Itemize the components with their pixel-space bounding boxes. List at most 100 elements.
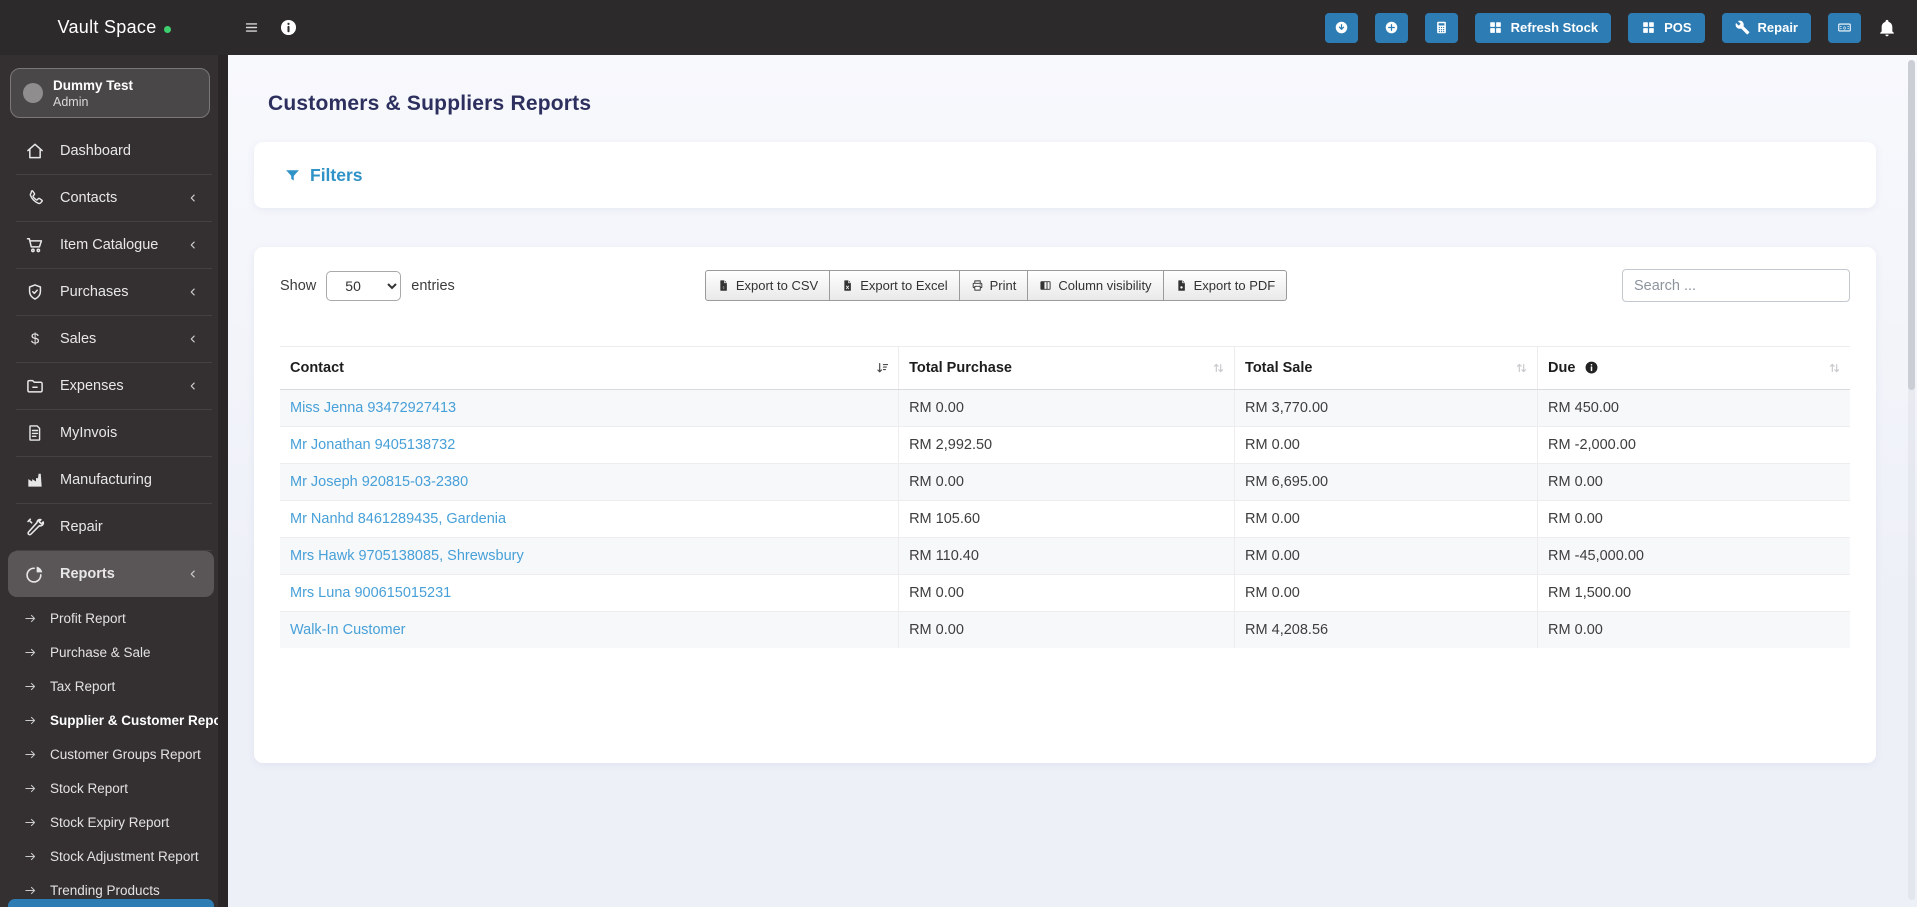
- sidebar-subitem-customer-groups-report[interactable]: Customer Groups Report: [0, 737, 218, 771]
- sort-icon: [1514, 361, 1529, 376]
- total-sale-cell: RM 0.00: [1234, 574, 1539, 612]
- total-sale-cell: RM 4,208.56: [1234, 611, 1539, 648]
- total-sale-cell: RM 0.00: [1234, 500, 1539, 538]
- contact-link[interactable]: Mr Jonathan 9405138732: [290, 437, 455, 453]
- info-button[interactable]: [279, 18, 298, 37]
- sidebar-subitem-label: Stock Adjustment Report: [50, 848, 199, 864]
- brand-area: Vault Space: [0, 17, 228, 38]
- circle-down-button[interactable]: [1324, 12, 1358, 43]
- sidebar-item-purchases[interactable]: Purchases: [8, 269, 214, 315]
- sidebar-item-myinvois[interactable]: MyInvois: [8, 410, 214, 456]
- column-header-contact[interactable]: Contact: [280, 346, 900, 390]
- refresh-stock-button[interactable]: Refresh Stock: [1474, 12, 1612, 43]
- scrollbar-thumb[interactable]: [1908, 60, 1915, 390]
- table-row: Mr Jonathan 9405138732 RM 2,992.50 RM 0.00…: [280, 426, 1850, 464]
- cart-icon: [25, 235, 45, 255]
- table-header-row: Contact Total Purchase Total Sale Due: [280, 346, 1850, 390]
- sidebar-subitem-stock-expiry-report[interactable]: Stock Expiry Report: [0, 805, 218, 839]
- sidebar-item-item-catalogue[interactable]: Item Catalogue: [8, 222, 214, 268]
- column-header-due[interactable]: Due: [1537, 346, 1850, 390]
- sidebar-subitem-label: Supplier & Customer Repo: [50, 712, 218, 728]
- home-icon: [25, 141, 45, 161]
- repair-button[interactable]: Repair: [1721, 12, 1811, 43]
- contact-link[interactable]: Walk-In Customer: [290, 622, 405, 638]
- banknote-button[interactable]: [1828, 12, 1861, 43]
- filters-panel[interactable]: Filters: [254, 142, 1876, 208]
- button-label: Export to PDF: [1193, 278, 1276, 293]
- sidebar-subitem-stock-report[interactable]: Stock Report: [0, 771, 218, 805]
- sidebar-subitem-profit-report[interactable]: Profit Report: [0, 601, 218, 635]
- page-length-control: Show 50 entries: [280, 270, 455, 301]
- sidebar: Dummy Test Admin Dashboard Contacts Item C…: [0, 55, 228, 907]
- user-meta: Dummy Test Admin: [53, 77, 133, 109]
- sidebar-subitem-supplier-customer-repo[interactable]: Supplier & Customer Repo: [0, 703, 218, 737]
- sidebar-subitem-label: Profit Report: [50, 610, 126, 626]
- main-content: Customers & Suppliers Reports Filters Sh…: [228, 55, 1917, 907]
- sidebar-subitem-label: Purchase & Sale: [50, 644, 151, 660]
- contact-cell: Walk-In Customer: [280, 611, 900, 648]
- sidebar-item-contacts[interactable]: Contacts: [8, 175, 214, 221]
- search-input[interactable]: [1622, 269, 1850, 302]
- sidebar-item-reports[interactable]: Reports: [8, 551, 214, 597]
- info-dark-icon[interactable]: [1584, 360, 1599, 375]
- sidebar-item-dashboard[interactable]: Dashboard: [8, 128, 214, 174]
- wrench-icon: [1735, 20, 1750, 35]
- pie-chart-icon: [25, 564, 45, 584]
- due-cell: RM 1,500.00: [1537, 574, 1850, 612]
- sidebar-toggle-button[interactable]: [243, 19, 260, 36]
- arrow-right-icon: [23, 849, 38, 864]
- shield-icon: [25, 282, 45, 302]
- export-to-pdf-button[interactable]: Export to PDF: [1163, 270, 1288, 301]
- column-header-total-sale[interactable]: Total Sale: [1234, 346, 1539, 390]
- reports-submenu: Profit Report Purchase & Sale Tax Report Su…: [0, 597, 228, 907]
- calculator-button[interactable]: [1424, 12, 1458, 43]
- chevron-left-icon: [186, 567, 200, 581]
- contact-link[interactable]: Mrs Hawk 9705138085, Shrewsbury: [290, 548, 524, 564]
- contact-link[interactable]: Miss Jenna 93472927413: [290, 400, 456, 416]
- sidebar-item-expenses[interactable]: Expenses: [8, 363, 214, 409]
- page-length-select[interactable]: 50: [326, 270, 402, 301]
- arrow-right-icon: [23, 781, 38, 796]
- contact-link[interactable]: Mrs Luna 900615015231: [290, 585, 451, 601]
- export-to-excel-button[interactable]: Export to Excel: [830, 270, 960, 301]
- contact-link[interactable]: Mr Nanhd 8461289435, Gardenia: [290, 511, 506, 527]
- arrow-right-icon: [23, 679, 38, 694]
- export-to-csv-button[interactable]: Export to CSV: [704, 270, 831, 301]
- user-card[interactable]: Dummy Test Admin: [10, 68, 210, 118]
- pos-button[interactable]: POS: [1628, 12, 1705, 43]
- notifications-button[interactable]: [1877, 18, 1897, 38]
- sidebar-item-label: Sales: [60, 331, 97, 347]
- sidebar-subitem-purchase-sale[interactable]: Purchase & Sale: [0, 635, 218, 669]
- column-label: Total Sale: [1245, 360, 1313, 376]
- sidebar-item-sales[interactable]: Sales: [8, 316, 214, 362]
- total-purchase-cell: RM 2,992.50: [898, 426, 1236, 464]
- table-card: Show 50 entries Export to CSV Export to E…: [254, 247, 1876, 763]
- app-shell: Dummy Test Admin Dashboard Contacts Item C…: [0, 55, 1917, 907]
- topbar: Vault Space Refresh Stock POS Repair: [0, 0, 1917, 55]
- sidebar-partial-item[interactable]: [8, 899, 214, 907]
- button-label: Export to CSV: [735, 278, 819, 293]
- due-cell: RM 0.00: [1537, 463, 1850, 501]
- column-visibility-button[interactable]: Column visibility: [1028, 270, 1164, 301]
- contact-cell: Mr Nanhd 8461289435, Gardenia: [280, 500, 900, 538]
- sidebar-item-label: Manufacturing: [60, 472, 152, 488]
- sidebar-nav: Dashboard Contacts Item Catalogue Purchases…: [0, 120, 228, 907]
- print-button[interactable]: Print: [959, 270, 1029, 301]
- contact-link[interactable]: Mr Joseph 920815-03-2380: [290, 474, 468, 490]
- circle-plus-button[interactable]: [1374, 12, 1408, 43]
- contact-cell: Mr Jonathan 9405138732: [280, 426, 900, 464]
- column-header-total-purchase[interactable]: Total Purchase: [898, 346, 1236, 390]
- sidebar-subitem-stock-adjustment-report[interactable]: Stock Adjustment Report: [0, 839, 218, 873]
- table-row: Mr Joseph 920815-03-2380 RM 0.00 RM 6,695.…: [280, 463, 1850, 501]
- page-scrollbar[interactable]: [1908, 60, 1915, 900]
- table-controls: Show 50 entries Export to CSV Export to E…: [280, 269, 1850, 302]
- columns-icon: [1039, 279, 1052, 292]
- sidebar-item-label: Repair: [60, 519, 103, 535]
- user-role: Admin: [53, 94, 89, 109]
- sidebar-subitem-tax-report[interactable]: Tax Report: [0, 669, 218, 703]
- button-label: Column visibility: [1058, 278, 1152, 293]
- chevron-left-icon: [186, 379, 200, 393]
- info-icon: [279, 18, 298, 37]
- sidebar-item-manufacturing[interactable]: Manufacturing: [8, 457, 214, 503]
- sidebar-item-repair[interactable]: Repair: [8, 504, 214, 550]
